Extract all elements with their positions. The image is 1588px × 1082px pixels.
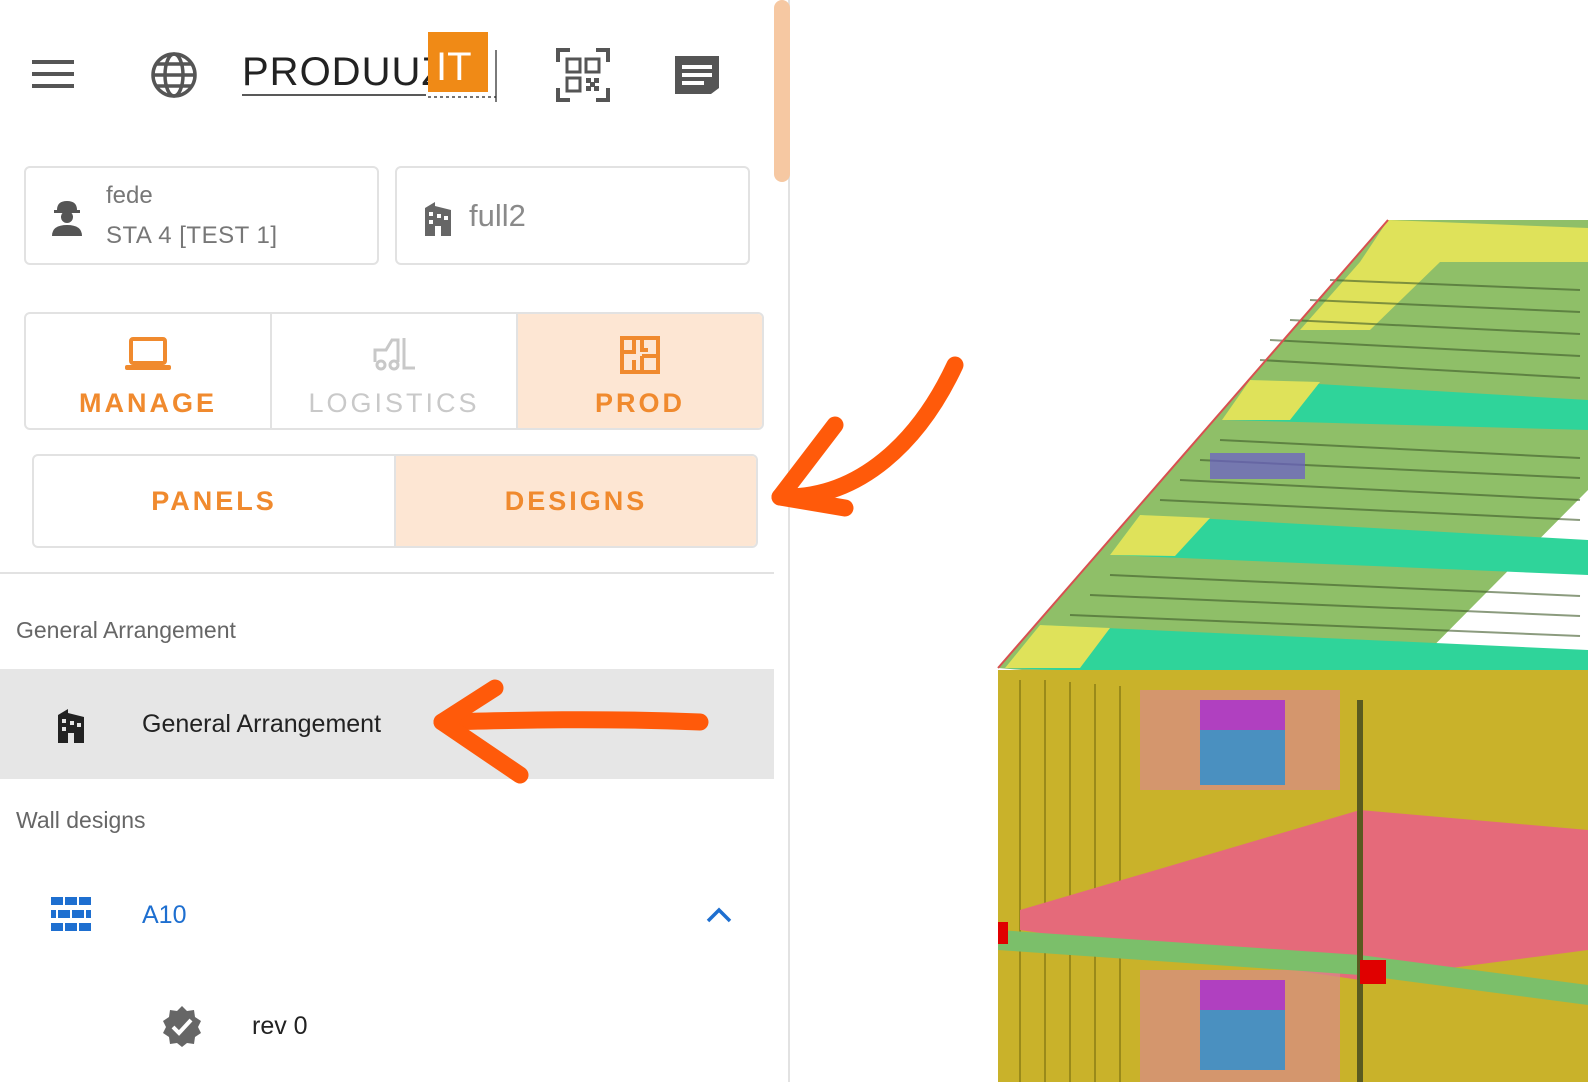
building-model-render bbox=[997, 219, 1588, 1082]
list-item-general-arrangement[interactable]: General Arrangement bbox=[0, 669, 774, 779]
produuzit-logo: PRODUUZ IT bbox=[240, 30, 502, 105]
building-icon bbox=[57, 707, 85, 748]
project-card[interactable]: full2 bbox=[395, 166, 750, 265]
tab-panels[interactable]: PANELS bbox=[34, 456, 394, 546]
revision-label: rev 0 bbox=[252, 1012, 308, 1040]
forklift-icon bbox=[372, 336, 416, 377]
3d-model-viewer[interactable] bbox=[790, 0, 1588, 1082]
chevron-up-icon[interactable] bbox=[706, 906, 732, 929]
wall-a10-label: A10 bbox=[142, 901, 187, 929]
tab-designs[interactable]: DESIGNS bbox=[394, 456, 756, 546]
qr-scan-icon[interactable] bbox=[554, 46, 612, 109]
mode-logistics: LOGISTICS bbox=[272, 314, 518, 428]
notes-icon[interactable] bbox=[673, 54, 721, 101]
globe-icon[interactable] bbox=[150, 51, 198, 104]
mode-manage-label: MANAGE bbox=[79, 388, 217, 418]
verified-badge-icon bbox=[160, 1004, 204, 1053]
floor-plan-icon bbox=[620, 336, 660, 379]
section-heading-general-arrangement: General Arrangement bbox=[16, 617, 236, 643]
user-name: fede bbox=[106, 182, 153, 209]
mode-switcher: MANAGE LOGISTICS PROD bbox=[24, 312, 764, 430]
user-card[interactable]: fede STA 4 [TEST 1] bbox=[24, 166, 379, 265]
sidebar-scrollbar[interactable] bbox=[774, 0, 790, 182]
general-arrangement-label: General Arrangement bbox=[142, 710, 382, 738]
mode-manage[interactable]: MANAGE bbox=[26, 314, 272, 428]
laptop-icon bbox=[124, 336, 172, 377]
list-item-wall-a10[interactable]: A10 bbox=[0, 860, 774, 970]
section-heading-wall-designs: Wall designs bbox=[16, 807, 146, 833]
divider bbox=[0, 572, 774, 574]
worker-icon bbox=[50, 198, 84, 243]
mode-prod-label: PROD bbox=[594, 388, 685, 418]
mode-logistics-label: LOGISTICS bbox=[308, 388, 480, 418]
design-subtabs: PANELS DESIGNS bbox=[32, 454, 758, 548]
sidebar: PRODUUZ IT fede STA 4 [TEST 1] full2 MAN… bbox=[0, 0, 790, 1082]
brick-wall-icon bbox=[51, 897, 91, 936]
user-station: STA 4 [TEST 1] bbox=[106, 222, 278, 249]
project-name: full2 bbox=[469, 198, 526, 233]
building-icon bbox=[425, 200, 451, 241]
mode-prod[interactable]: PROD bbox=[518, 314, 762, 428]
hamburger-menu-icon[interactable] bbox=[32, 58, 74, 95]
list-item-revision[interactable]: rev 0 bbox=[0, 980, 774, 1070]
